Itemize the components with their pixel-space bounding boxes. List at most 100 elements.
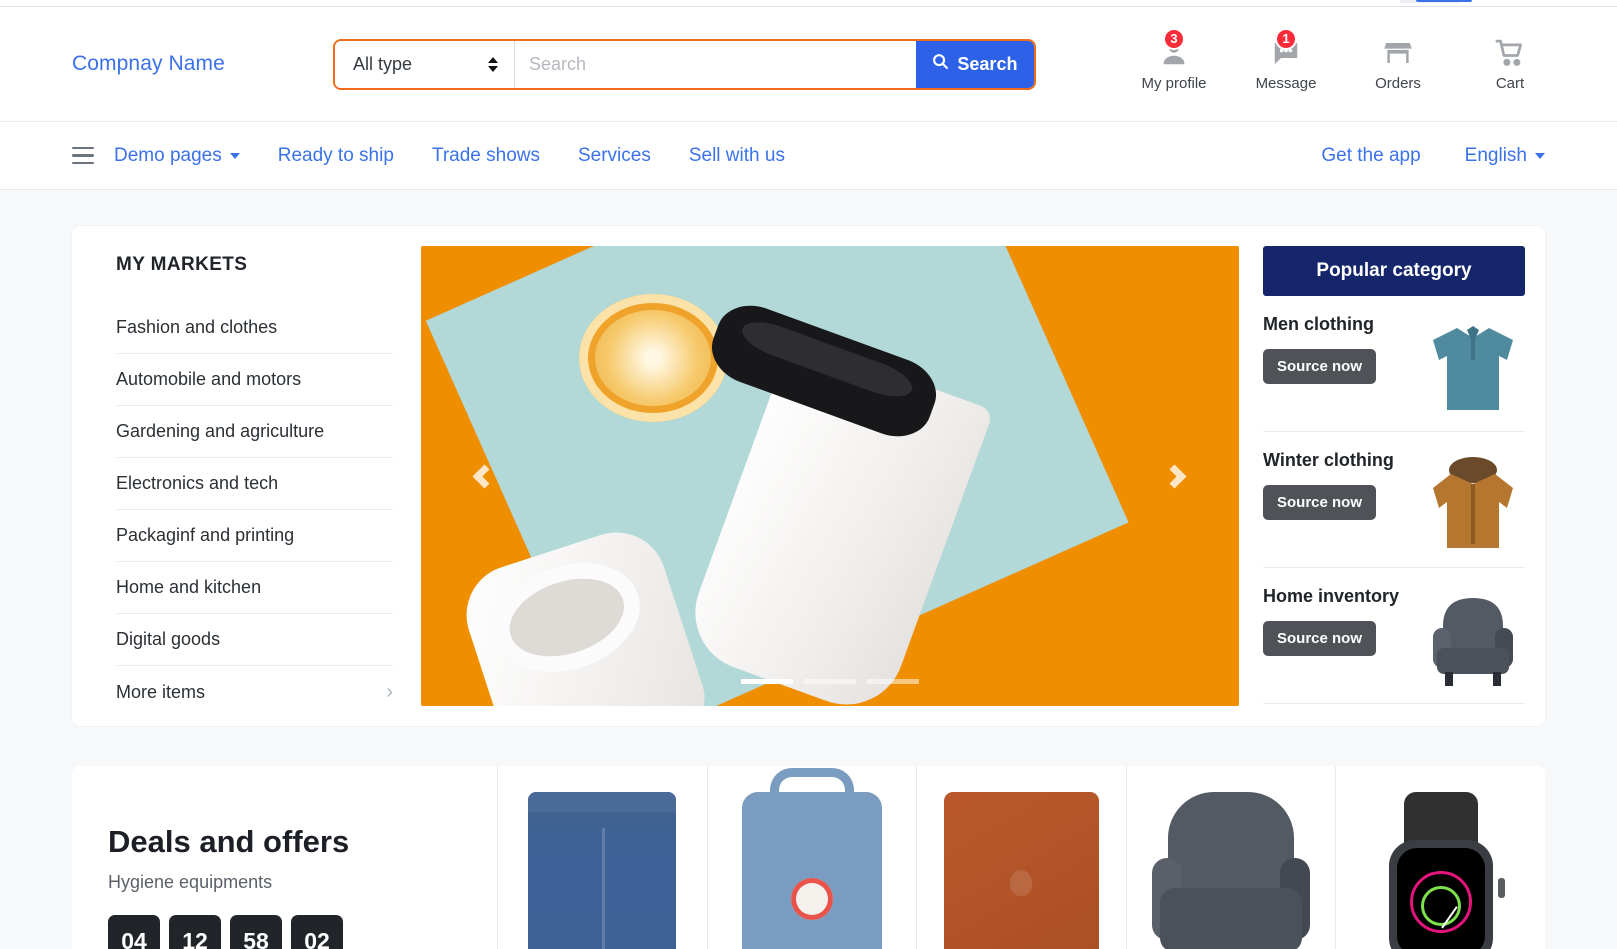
nav-item-trade-shows[interactable]: Trade shows — [432, 145, 540, 167]
source-now-button[interactable]: Source now — [1263, 621, 1377, 656]
nav-item-get-the-app[interactable]: Get the app — [1321, 145, 1420, 167]
user-icon: 3 — [1159, 27, 1189, 71]
market-item-digital-goods[interactable]: Digital goods — [116, 614, 393, 666]
header-action-label: Orders — [1375, 74, 1421, 92]
market-item-electronics-and-tech[interactable]: Electronics and tech — [116, 458, 393, 510]
language-label: English — [1464, 144, 1527, 166]
nav-item-ready-to-ship[interactable]: Ready to ship — [278, 145, 394, 167]
market-item-more-items[interactable]: More items › — [116, 666, 393, 718]
chevron-right-icon — [1161, 463, 1187, 489]
search-bar: All type Search — [332, 38, 1036, 90]
nav-item-label: Demo pages — [114, 144, 222, 166]
jeans-image — [528, 792, 677, 949]
countdown-timer: 04 12 58 02 — [108, 915, 497, 949]
page-content: MY MARKETS Fashion and clothes Automobil… — [0, 190, 1617, 949]
market-item-label: Home and kitchen — [116, 577, 262, 597]
browser-tab-stub[interactable] — [1416, 0, 1472, 2]
carousel-indicator-2[interactable] — [804, 679, 856, 684]
nav-item-language[interactable]: English — [1465, 145, 1545, 167]
nav-right-group: Get the app English — [1277, 145, 1545, 167]
popular-category-heading: Popular category — [1263, 246, 1525, 296]
market-item-packaging-and-printing[interactable]: Packaginf and printing — [116, 510, 393, 562]
deals-and-offers-panel: Deals and offers Hygiene equipments 04 1… — [72, 766, 1545, 949]
winter-jacket-image — [1427, 454, 1519, 554]
store-icon — [1383, 35, 1413, 71]
header-action-label: Message — [1255, 74, 1317, 92]
chevron-right-icon: › — [386, 680, 393, 703]
orange-slice-shape — [579, 294, 727, 422]
nav-item-sell-with-us[interactable]: Sell with us — [689, 145, 785, 167]
source-now-button[interactable]: Source now — [1263, 349, 1377, 384]
chat-bubble-icon: 1 — [1271, 27, 1301, 71]
market-item-label: More items — [116, 681, 206, 702]
hero-panel: MY MARKETS Fashion and clothes Automobil… — [72, 226, 1545, 726]
chevron-down-icon — [1535, 152, 1545, 159]
search-type-select[interactable]: All type — [334, 40, 515, 88]
search-type-value: All type — [352, 53, 412, 74]
armchair-image — [1427, 590, 1519, 690]
my-markets-title: MY MARKETS — [116, 254, 248, 275]
market-item-home-and-kitchen[interactable]: Home and kitchen — [116, 562, 393, 614]
deal-product-jeans[interactable] — [497, 766, 707, 949]
nav-item-services[interactable]: Services — [578, 145, 651, 167]
search-button[interactable]: Search — [915, 40, 1034, 88]
popular-category-item-home-inventory: Home inventory Source now — [1263, 568, 1525, 704]
carousel-next-button[interactable] — [1153, 448, 1195, 504]
market-item-label: Packaginf and printing — [116, 525, 295, 545]
header-action-label: Cart — [1495, 74, 1525, 92]
carousel-prev-button[interactable] — [463, 448, 505, 504]
laptop-sleeve-image — [943, 792, 1099, 949]
my-markets-sidebar: MY MARKETS Fashion and clothes Automobil… — [92, 246, 417, 706]
market-item-label: Electronics and tech — [116, 473, 279, 493]
site-header: Compnay Name All type Search 3 — [0, 7, 1617, 122]
nav-item-demo-pages[interactable]: Demo pages — [114, 145, 240, 167]
message-badge: 1 — [1275, 27, 1297, 50]
deal-product-backpack[interactable] — [706, 766, 917, 949]
market-item-label: Gardening and agriculture — [116, 421, 325, 441]
popular-category-panel: Popular category Men clothing Source now… — [1263, 246, 1525, 706]
header-action-label: My profile — [1141, 74, 1207, 92]
brand-logo[interactable]: Compnay Name — [72, 52, 225, 76]
carousel-slide-image — [421, 246, 1239, 706]
backpack-image — [741, 792, 882, 949]
header-action-my-profile[interactable]: 3 My profile — [1139, 27, 1209, 92]
carousel-indicator-1[interactable] — [741, 679, 793, 684]
market-item-gardening-and-agriculture[interactable]: Gardening and agriculture — [116, 406, 393, 458]
main-navigation: Demo pages Ready to ship Trade shows Ser… — [0, 122, 1617, 190]
header-action-message[interactable]: 1 Message — [1251, 27, 1321, 92]
chevron-updown-icon — [487, 56, 498, 72]
deal-product-smartwatch[interactable] — [1335, 766, 1545, 949]
deal-product-armchair[interactable] — [1125, 766, 1336, 949]
browser-chrome-sliver — [0, 0, 1617, 7]
market-item-fashion-and-clothes[interactable]: Fashion and clothes — [116, 302, 393, 354]
header-action-orders[interactable]: Orders — [1363, 35, 1433, 92]
deals-title: Deals and offers — [108, 824, 350, 859]
chevron-left-icon — [471, 463, 497, 489]
chevron-down-icon — [229, 152, 240, 159]
carousel-indicator-3[interactable] — [867, 679, 919, 684]
hamburger-icon[interactable] — [72, 146, 94, 165]
cart-icon — [1495, 35, 1525, 71]
hero-carousel[interactable] — [421, 246, 1239, 706]
polo-shirt-image — [1427, 318, 1519, 418]
armchair-image — [1152, 792, 1311, 949]
popular-category-item-men-clothing: Men clothing Source now — [1263, 296, 1525, 432]
header-actions: 3 My profile 1 Message Orders Cart — [1139, 27, 1545, 94]
deal-product-laptop-sleeve[interactable] — [916, 766, 1126, 949]
market-item-automobile-and-motors[interactable]: Automobile and motors — [116, 354, 393, 406]
deals-subtitle: Hygiene equipments — [108, 872, 273, 892]
countdown-hours: 12 — [169, 915, 221, 949]
market-item-label: Automobile and motors — [116, 369, 302, 389]
countdown-minutes: 58 — [230, 915, 282, 949]
market-item-label: Digital goods — [116, 629, 221, 649]
search-button-label: Search — [957, 53, 1018, 74]
search-input[interactable] — [514, 40, 916, 88]
smartwatch-image — [1382, 792, 1505, 949]
countdown-seconds: 02 — [291, 915, 343, 949]
search-icon — [932, 53, 949, 75]
source-now-button[interactable]: Source now — [1263, 485, 1377, 520]
header-action-cart[interactable]: Cart — [1475, 35, 1545, 92]
popular-category-item-winter-clothing: Winter clothing Source now — [1263, 432, 1525, 568]
profile-badge: 3 — [1163, 27, 1185, 50]
countdown-days: 04 — [108, 915, 160, 949]
